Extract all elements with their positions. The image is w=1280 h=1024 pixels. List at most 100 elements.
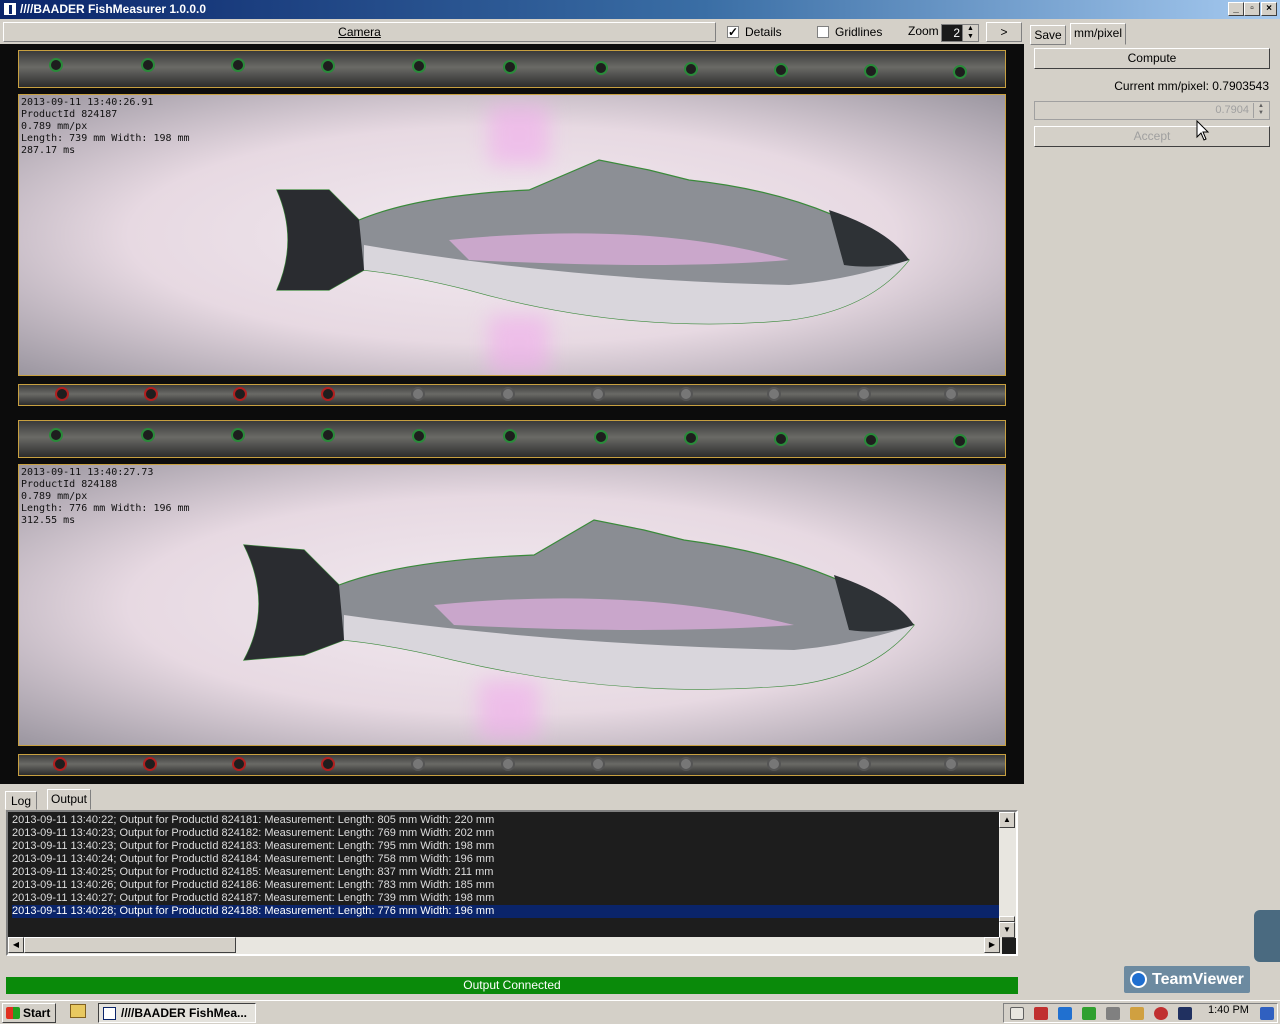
tray-icon[interactable] [1010, 1007, 1024, 1020]
scroll-down-icon[interactable]: ▼ [999, 922, 1015, 938]
teamviewer-label: TeamViewer [1152, 971, 1244, 988]
log-line[interactable]: 2013-09-11 13:40:27; Output for ProductI… [12, 892, 1002, 905]
marker-dot [141, 58, 155, 72]
windows-logo-icon [6, 1007, 20, 1019]
accept-button: Accept [1034, 126, 1270, 147]
camera-frame-1: 2013-09-11 13:40:26.91 ProductId 824187 … [18, 50, 1006, 410]
scroll-up-icon[interactable]: ▲ [999, 812, 1015, 828]
overlay-timestamp: 2013-09-11 13:40:26.91 [21, 97, 154, 108]
horizontal-scroll-thumb[interactable] [24, 937, 236, 953]
marker-dot [594, 61, 608, 75]
overlay-dimensions: Length: 739 mm Width: 198 mm [21, 133, 190, 144]
tray-icon[interactable] [1260, 1007, 1274, 1020]
minimize-button[interactable]: _ [1228, 2, 1244, 16]
marker-dot [684, 431, 698, 445]
zoom-label: Zoom [908, 24, 939, 38]
tray-icon[interactable] [1058, 1007, 1072, 1020]
marker-dot [774, 63, 788, 77]
details-checkbox[interactable]: Details [727, 24, 782, 40]
marker-dot [774, 432, 788, 446]
marker-dot [953, 65, 967, 79]
start-button[interactable]: Start [2, 1003, 56, 1023]
marker-dot [141, 428, 155, 442]
window-title: ////BAADER FishMeasurer 1.0.0.0 [20, 2, 207, 16]
horizontal-scrollbar[interactable]: ◀ ▶ [8, 937, 1002, 954]
taskbar-item-fishmeasurer[interactable]: ////BAADER FishMea... [98, 1003, 256, 1023]
marker-dot-red [321, 387, 335, 401]
conveyor-belt: 2013-09-11 13:40:26.91 ProductId 824187 … [18, 94, 1006, 376]
details-check-box[interactable] [727, 24, 739, 40]
teamviewer-icon [1130, 971, 1147, 988]
marker-dot [321, 59, 335, 73]
zoom-spinner[interactable]: 2 ▲ ▼ [941, 24, 979, 42]
log-line[interactable]: 2013-09-11 13:40:23; Output for ProductI… [12, 840, 1002, 853]
taskbar-item-label: ////BAADER FishMea... [121, 1006, 248, 1020]
gridlines-label: Gridlines [835, 25, 883, 39]
log-line[interactable]: 2013-09-11 13:40:26; Output for ProductI… [12, 879, 1002, 892]
overlay-dimensions: Length: 776 mm Width: 196 mm [21, 503, 190, 514]
tray-icon[interactable] [1106, 1007, 1120, 1020]
gridlines-checkbox[interactable]: Gridlines [817, 24, 882, 40]
marker-dot [321, 428, 335, 442]
log-line[interactable]: 2013-09-11 13:40:23; Output for ProductI… [12, 827, 1002, 840]
details-label: Details [745, 25, 782, 39]
app-icon [103, 1007, 116, 1020]
teamviewer-side-tab[interactable] [1254, 910, 1280, 962]
tab-mm-pixel[interactable]: mm/pixel [1070, 23, 1126, 45]
log-line[interactable]: 2013-09-11 13:40:25; Output for ProductI… [12, 866, 1002, 879]
scroll-left-icon[interactable]: ◀ [8, 937, 24, 953]
zoom-spin-arrows-icon[interactable]: ▲ ▼ [962, 25, 978, 41]
marker-dot [864, 433, 878, 447]
log-line[interactable]: 2013-09-11 13:40:22; Output for ProductI… [12, 814, 1002, 827]
marker-dot-red [143, 757, 157, 771]
marker-dot [944, 757, 958, 771]
marker-dot [591, 757, 605, 771]
zoom-value[interactable]: 2 [953, 25, 960, 41]
marker-dot [679, 387, 693, 401]
tab-log[interactable]: Log [5, 791, 37, 810]
tray-icon[interactable] [1034, 1007, 1048, 1020]
camera-frame-2: 2013-09-11 13:40:27.73 ProductId 824188 … [18, 420, 1006, 780]
log-line-selected[interactable]: 2013-09-11 13:40:28; Output for ProductI… [12, 905, 1002, 918]
fish-image [242, 519, 915, 690]
vertical-scroll-thumb[interactable] [999, 916, 1015, 922]
mouse-cursor-icon [1196, 120, 1210, 141]
tray-icon[interactable] [1082, 1007, 1096, 1020]
measurement-overlay: 2013-09-11 13:40:27.73 ProductId 824188 … [21, 467, 190, 527]
mm-per-pixel-spinner: 0.7904 ▲ ▼ [1034, 101, 1270, 120]
close-button[interactable]: × [1261, 2, 1277, 16]
camera-view: 2013-09-11 13:40:26.91 ProductId 824187 … [0, 44, 1024, 784]
top-rail [18, 420, 1006, 458]
log-line[interactable]: 2013-09-11 13:40:24; Output for ProductI… [12, 853, 1002, 866]
tab-save[interactable]: Save [1030, 25, 1066, 45]
marker-dot-red [53, 757, 67, 771]
bottom-rail [18, 754, 1006, 776]
overlay-scale: 0.789 mm/px [21, 491, 88, 502]
marker-dot [864, 64, 878, 78]
scroll-right-icon[interactable]: ▶ [984, 937, 1000, 953]
folder-icon[interactable] [70, 1004, 86, 1018]
camera-button[interactable]: Camera [3, 22, 716, 42]
compute-button[interactable]: Compute [1034, 48, 1270, 69]
current-mm-per-pixel: Current mm/pixel: 0.7903543 [1114, 79, 1269, 93]
output-log-list[interactable]: 2013-09-11 13:40:22; Output for ProductI… [6, 810, 1018, 956]
gridlines-check-box[interactable] [817, 26, 829, 38]
marker-dot [591, 387, 605, 401]
tab-output[interactable]: Output [47, 789, 91, 810]
tray-icon[interactable] [1130, 1007, 1144, 1020]
next-button[interactable]: > [986, 22, 1022, 42]
overlay-timing: 287.17 ms [21, 145, 76, 156]
teamviewer-badge[interactable]: TeamViewer [1124, 966, 1250, 993]
fish-image [276, 159, 910, 325]
tray-icon[interactable] [1178, 1007, 1192, 1020]
taskbar: Start ////BAADER FishMea... [0, 1000, 1280, 1024]
marker-dot [503, 60, 517, 74]
tray-icon[interactable] [1154, 1007, 1168, 1020]
marker-dot [594, 430, 608, 444]
marker-dot [49, 58, 63, 72]
vertical-scrollbar[interactable]: ▲ ▼ [999, 812, 1016, 938]
overlay-scale: 0.789 mm/px [21, 121, 88, 132]
restore-button[interactable]: ▫ [1244, 2, 1260, 16]
app-icon [3, 2, 17, 16]
marker-dot [767, 757, 781, 771]
